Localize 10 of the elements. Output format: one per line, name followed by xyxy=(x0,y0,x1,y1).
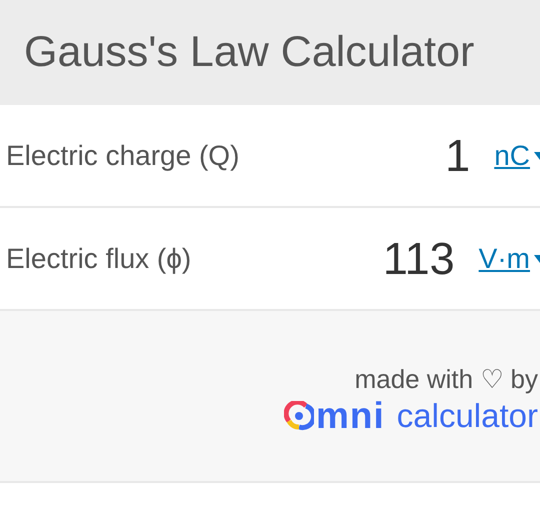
value-input[interactable]: 1 xyxy=(441,130,474,182)
omni-logo[interactable]: mni xyxy=(284,394,385,436)
unit-dropdown[interactable]: nC xyxy=(494,140,540,172)
field-label: Electric flux (ϕ) xyxy=(6,242,192,274)
unit-dropdown[interactable]: V·m xyxy=(478,242,540,274)
credit-text: made with ♡ by xyxy=(354,364,538,394)
logo-suffix: calculator xyxy=(396,396,538,434)
calculator-title: Gauss's Law Calculator xyxy=(24,28,474,77)
value-input[interactable]: 113 xyxy=(378,232,459,284)
field-label: Electric charge (Q) xyxy=(6,140,240,172)
